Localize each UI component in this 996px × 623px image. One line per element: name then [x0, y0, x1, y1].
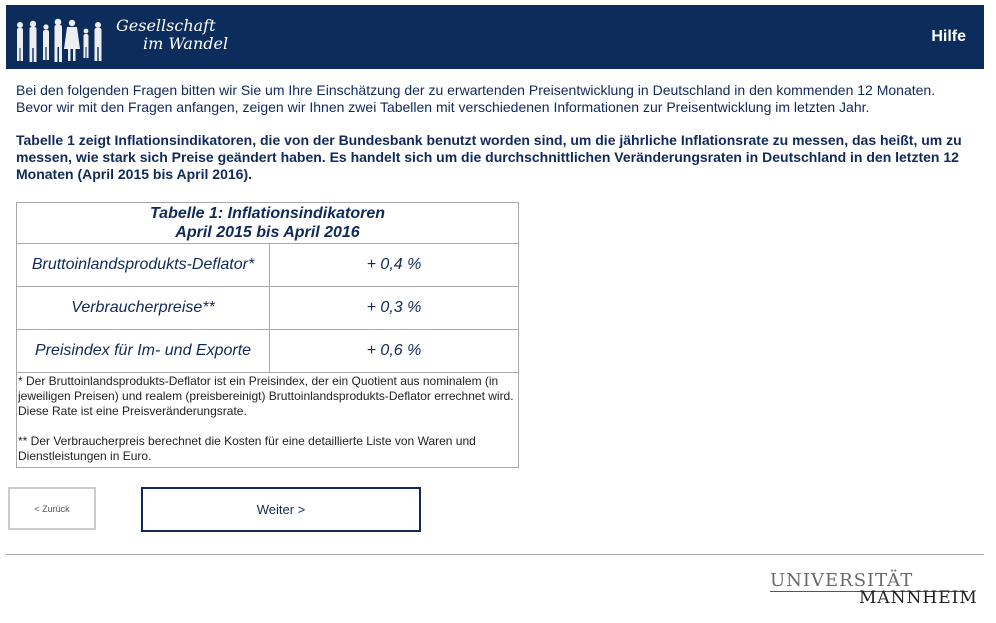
logo-text: Gesellschaft im Wandel — [116, 17, 228, 53]
indicator-value: + 0,6 % — [269, 329, 519, 373]
footnote-consumer-prices: ** Der Verbraucherpreis berechnet die Ko… — [18, 434, 476, 463]
header-bar: Gesellschaft im Wandel Hilfe — [6, 5, 984, 69]
indicator-value: + 0,4 % — [269, 243, 519, 287]
back-button[interactable]: < Zurück — [8, 487, 96, 530]
intro-text: Bei den folgenden Fragen bitten wir Sie … — [16, 82, 976, 116]
indicator-label: Bruttoinlandsprodukts-Deflator* — [16, 243, 270, 287]
table-description: Tabelle 1 zeigt Inflationsindikatoren, d… — [16, 132, 962, 182]
university-mannheim-logo: UNIVERSITÄT MANNHEIM — [770, 570, 977, 610]
help-link[interactable]: Hilfe — [931, 28, 966, 46]
logo-line-1: Gesellschaft — [116, 16, 216, 35]
indicator-value: + 0,3 % — [269, 286, 519, 330]
next-button[interactable]: Weiter > — [141, 487, 421, 532]
table-title-line-1: Tabelle 1: Inflationsindikatoren — [150, 205, 385, 222]
table-row: Verbraucherpreise** + 0,3 % — [16, 286, 519, 330]
logo-mannheim: MANNHEIM — [859, 588, 978, 608]
footnote-deflator: * Der Bruttoinlandsprodukts-Deflator ist… — [18, 374, 514, 418]
table-row: Preisindex für Im- und Exporte + 0,6 % — [16, 329, 519, 373]
table-title-line-2: April 2015 bis April 2016 — [175, 224, 360, 241]
logo-line-2: im Wandel — [143, 34, 229, 53]
footer-divider — [6, 554, 984, 555]
table-footnotes: * Der Bruttoinlandsprodukts-Deflator ist… — [16, 372, 519, 468]
indicator-label: Verbraucherpreise** — [16, 286, 270, 330]
table-title: Tabelle 1: Inflationsindikatoren April 2… — [16, 202, 519, 244]
intro-line-2: Bevor wir mit den Fragen anfangen, zeige… — [16, 99, 870, 115]
inflation-table: Tabelle 1: Inflationsindikatoren April 2… — [16, 202, 519, 468]
table-row: Bruttoinlandsprodukts-Deflator* + 0,4 % — [16, 243, 519, 287]
indicator-label: Preisindex für Im- und Exporte — [16, 329, 270, 373]
intro-line-1: Bei den folgenden Fragen bitten wir Sie … — [16, 82, 936, 98]
